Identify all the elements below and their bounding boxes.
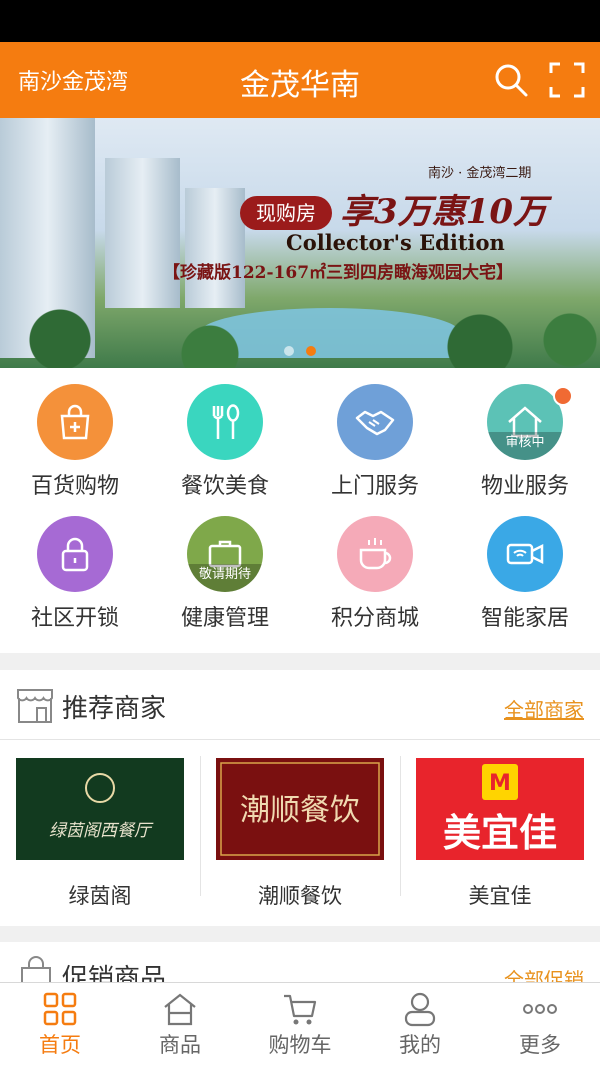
service-icon-circle: 审核中 (487, 384, 563, 460)
all-merchants-link[interactable]: 全部商家 (504, 694, 584, 723)
merchant-name: 潮顺餐饮 (258, 884, 342, 908)
tab-more[interactable]: 更多 (480, 983, 600, 1067)
status-badge: 敬请期待 (187, 564, 263, 592)
banner-tagline: 【珍藏版122-167㎡三到四房瞰海观园大宅】 (163, 263, 514, 283)
merchant-card[interactable]: 潮顺餐饮 潮顺餐饮 (200, 740, 400, 908)
section-header: 推荐商家 全部商家 (0, 670, 600, 740)
service-label: 上门服务 (330, 474, 419, 499)
service-label: 物业服务 (480, 474, 569, 499)
tab-label: 购物车 (268, 1033, 332, 1057)
service-icon-circle (37, 516, 113, 592)
handshake-icon (355, 410, 395, 436)
service-icon-circle (37, 384, 113, 460)
banner-edition: Collector's Edition (286, 230, 505, 255)
service-label: 积分商城 (330, 606, 419, 631)
home-grid-icon (43, 992, 77, 1026)
carousel-dot-active[interactable] (306, 346, 316, 356)
merchant-logo: 绿茵阁西餐厅 (16, 758, 184, 860)
merchant-logo: M 美宜佳 (416, 758, 584, 860)
service-label: 百货购物 (30, 474, 119, 499)
service-icon-circle: 敬请期待 (187, 516, 263, 592)
banner-trees (0, 298, 600, 368)
tab-cart[interactable]: 购物车 (240, 983, 360, 1067)
service-icon-circle (337, 384, 413, 460)
svg-text:M: M (489, 771, 511, 796)
service-label: 餐饮美食 (180, 474, 269, 499)
tab-products[interactable]: 商品 (120, 983, 240, 1067)
tab-label: 我的 (399, 1033, 441, 1057)
service-health[interactable]: 敬请期待 健康管理 (150, 500, 300, 631)
service-dining[interactable]: 餐饮美食 (150, 368, 300, 499)
banner-building (185, 188, 245, 308)
service-points-mall[interactable]: 积分商城 (300, 500, 450, 631)
recommended-merchants-section: 推荐商家 全部商家 绿茵阁西餐厅 绿茵阁 潮顺餐饮 潮顺餐饮 M 美宜佳 美宜佳 (0, 670, 600, 926)
tab-label: 更多 (519, 1033, 561, 1057)
more-dots-icon (523, 1004, 557, 1014)
lock-icon (61, 537, 89, 572)
search-icon[interactable] (493, 62, 529, 98)
merchant-logo-text: 潮顺餐饮 (240, 793, 360, 828)
service-label: 智能家居 (480, 606, 569, 631)
merchant-logo: 潮顺餐饮 (216, 758, 384, 860)
tab-label: 商品 (159, 1033, 201, 1057)
shop-icon (17, 689, 53, 723)
merchant-name: 绿茵阁 (68, 884, 132, 908)
promo-banner[interactable]: 南沙 · 金茂湾二期 现购房 享3万惠10万 Collector's Editi… (0, 118, 600, 368)
scan-icon[interactable] (549, 62, 585, 98)
service-icon-circle (487, 516, 563, 592)
service-grid: 百货购物 餐饮美食 上门服务 审核中 物业服务 社区开锁 敬请期待 健康管理 积… (0, 368, 600, 653)
service-shopping[interactable]: 百货购物 (0, 368, 150, 499)
camera-wifi-icon (506, 543, 544, 565)
bottom-tab-bar: 首页 商品 购物车 我的 更多 (0, 982, 600, 1067)
notification-dot (553, 386, 573, 406)
service-label: 社区开锁 (30, 606, 119, 631)
status-bar (0, 0, 600, 42)
banner-headline: 享3万惠10万 (340, 192, 547, 232)
cart-icon (284, 994, 317, 1025)
app-screen: 南沙金茂湾 金茂华南 南沙 · 金茂湾二期 现购房 享3万惠10万 Collec… (0, 0, 600, 1067)
service-icon-circle (337, 516, 413, 592)
service-label: 健康管理 (180, 606, 269, 631)
service-smart-home[interactable]: 智能家居 (450, 500, 600, 631)
merchant-card[interactable]: M 美宜佳 美宜佳 (400, 740, 600, 908)
tab-home[interactable]: 首页 (0, 983, 120, 1067)
service-home-visit[interactable]: 上门服务 (300, 368, 450, 499)
service-icon-circle (187, 384, 263, 460)
section-title: 推荐商家 (62, 694, 167, 724)
service-property[interactable]: 审核中 物业服务 (450, 368, 600, 499)
service-unlock[interactable]: 社区开锁 (0, 500, 150, 631)
merchant-logo-text: 绿茵阁西餐厅 (49, 821, 154, 841)
cup-icon (359, 538, 392, 570)
banner-subtitle: 南沙 · 金茂湾二期 (428, 166, 532, 181)
merchant-card[interactable]: 绿茵阁西餐厅 绿茵阁 (0, 740, 200, 908)
banner-badge: 现购房 (240, 196, 332, 230)
user-icon (404, 992, 436, 1027)
carousel-dot[interactable] (284, 346, 294, 356)
fork-spoon-icon (212, 404, 240, 439)
house-outline-icon (164, 993, 196, 1026)
tab-mine[interactable]: 我的 (360, 983, 480, 1067)
merchant-logo-text: 美宜佳 (443, 811, 557, 855)
tab-label: 首页 (39, 1033, 81, 1057)
top-header: 南沙金茂湾 金茂华南 (0, 42, 600, 118)
banner-building (105, 158, 180, 308)
merchant-name: 美宜佳 (468, 884, 532, 908)
shopping-bag-icon (60, 404, 90, 440)
status-badge: 审核中 (487, 432, 563, 460)
